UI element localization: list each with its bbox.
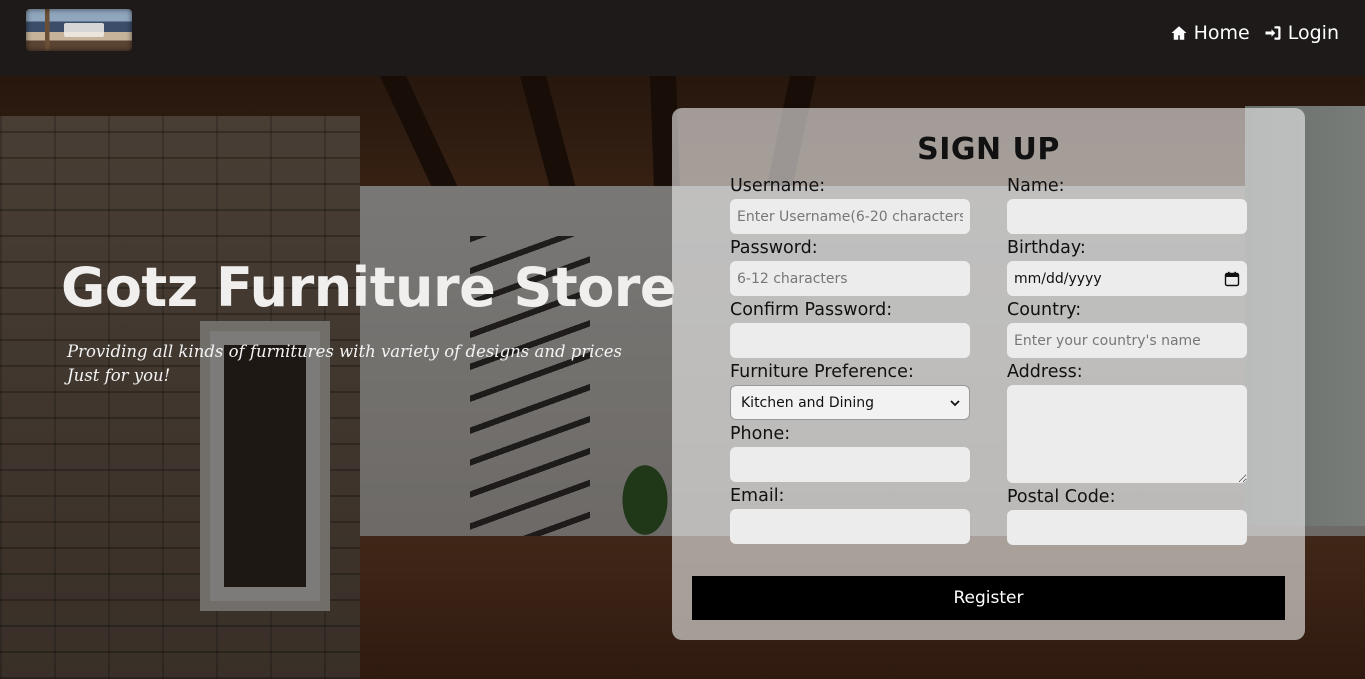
phone-label: Phone: — [730, 424, 791, 444]
nav-links: Home Login — [1170, 22, 1339, 44]
store-logo[interactable] — [26, 9, 132, 51]
address-textarea[interactable] — [1007, 385, 1247, 483]
confirm-password-input[interactable] — [730, 323, 970, 358]
country-label: Country: — [1007, 300, 1082, 320]
sign-in-icon — [1265, 26, 1281, 40]
furniture-preference-label: Furniture Preference: — [730, 362, 914, 382]
email-input[interactable] — [730, 509, 970, 544]
home-icon — [1171, 26, 1187, 40]
postal-code-label: Postal Code: — [1007, 487, 1116, 507]
hero-tagline-line2: Just for you! — [67, 366, 171, 385]
email-label: Email: — [730, 486, 785, 506]
hero-tagline: Providing all kinds of furnitures with v… — [67, 340, 622, 388]
username-input[interactable] — [730, 199, 970, 234]
confirm-password-label: Confirm Password: — [730, 300, 893, 320]
address-field-group: Address: — [1007, 361, 1247, 483]
phone-input[interactable] — [730, 447, 970, 482]
chevron-down-icon — [950, 399, 960, 406]
confirm-password-field-group: Confirm Password: — [730, 299, 970, 358]
name-input[interactable] — [1007, 199, 1247, 234]
furniture-preference-value: Kitchen and Dining — [741, 394, 875, 411]
hero-title: Gotz Furniture Store — [61, 256, 677, 319]
password-input[interactable] — [730, 261, 970, 296]
username-field-group: Username: — [730, 175, 970, 234]
password-field-group: Password: — [730, 237, 970, 296]
username-label: Username: — [730, 176, 826, 196]
signup-form: SIGN UP Username: Password: Confirm Pass… — [672, 108, 1305, 640]
birthday-label: Birthday: — [1007, 238, 1086, 258]
furniture-preference-select[interactable]: Kitchen and Dining — [730, 385, 970, 420]
signup-right-column: Name: Birthday: mm/dd/yyyy Country: Addr… — [1007, 175, 1247, 545]
name-label: Name: — [1007, 176, 1065, 196]
name-field-group: Name: — [1007, 175, 1247, 234]
signup-left-column: Username: Password: Confirm Password: Fu… — [730, 175, 970, 544]
country-field-group: Country: — [1007, 299, 1247, 358]
register-button[interactable]: Register — [692, 576, 1285, 620]
nav-home-label: Home — [1193, 22, 1250, 44]
hero-tagline-line1: Providing all kinds of furnitures with v… — [67, 342, 622, 361]
furniture-preference-field-group: Furniture Preference: Kitchen and Dining — [730, 361, 970, 420]
top-navbar: Home Login — [0, 0, 1365, 76]
nav-login-label: Login — [1287, 22, 1339, 44]
address-label: Address: — [1007, 362, 1083, 382]
email-field-group: Email: — [730, 485, 970, 544]
postal-code-field-group: Postal Code: — [1007, 486, 1247, 545]
postal-code-input[interactable] — [1007, 510, 1247, 545]
birthday-input[interactable]: mm/dd/yyyy — [1007, 261, 1247, 296]
calendar-icon[interactable] — [1224, 271, 1240, 287]
birthday-value: mm/dd/yyyy — [1014, 270, 1102, 287]
country-input[interactable] — [1007, 323, 1247, 358]
birthday-field-group: Birthday: mm/dd/yyyy — [1007, 237, 1247, 296]
nav-home-link[interactable]: Home — [1170, 22, 1250, 44]
phone-field-group: Phone: — [730, 423, 970, 482]
nav-login-link[interactable]: Login — [1264, 22, 1339, 44]
signup-title: SIGN UP — [917, 132, 1060, 167]
password-label: Password: — [730, 238, 818, 258]
